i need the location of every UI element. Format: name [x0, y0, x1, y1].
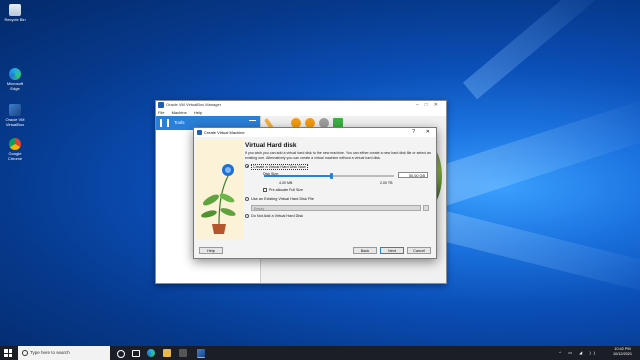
radio-existing-disk[interactable]	[245, 197, 249, 201]
manager-titlebar[interactable]: Oracle VM VirtualBox Manager –□✕	[156, 101, 446, 109]
edge-icon[interactable]	[147, 349, 155, 357]
help-icon[interactable]: ?	[412, 128, 415, 137]
chrome-icon	[9, 138, 21, 150]
desktop-icon-label: Google Chrome	[7, 151, 23, 161]
desktop-icon-label: Microsoft Edge	[6, 81, 24, 91]
wallpaper-beam	[436, 210, 640, 298]
taskbar: Type here to search ^ ▭ ◢ )) 10:42 PM 10…	[0, 346, 640, 360]
menu-file[interactable]: File	[158, 110, 164, 115]
wizard-illustration	[195, 140, 243, 240]
clock-date: 10/12/2021	[612, 352, 632, 356]
page-heading: Virtual Hard disk	[245, 142, 297, 149]
dialog-titlebar[interactable]: Create Virtual Machine ? ✕	[194, 128, 436, 137]
tools-icon	[160, 119, 169, 127]
radio-create-disk-label[interactable]: Create a Virtual Hard Disk Now	[251, 164, 308, 170]
close-icon[interactable]: ✕	[426, 128, 430, 137]
virtualbox-icon	[197, 130, 202, 135]
desktop-icon-edge[interactable]: Microsoft Edge	[4, 68, 26, 91]
start-button[interactable]	[4, 349, 12, 357]
file-explorer-icon[interactable]	[163, 349, 171, 357]
menu-help[interactable]: Help	[194, 110, 202, 115]
desktop-icon-label: Recycle Bin	[4, 17, 26, 22]
help-button[interactable]: Help	[199, 247, 223, 254]
search-icon	[22, 350, 28, 356]
slider-fill	[264, 175, 332, 177]
disk-size-slider[interactable]	[264, 172, 394, 179]
page-description: If you wish you can add a virtual hard d…	[245, 151, 431, 160]
disk-size-min: 4.00 MB	[279, 181, 293, 185]
folder-icon	[423, 205, 429, 211]
radio-existing-disk-label[interactable]: Use an Existing Virtual Hard Disk File	[251, 197, 314, 201]
slider-handle[interactable]	[330, 172, 334, 179]
taskbar-search[interactable]: Type here to search	[18, 346, 110, 360]
wallpaper-beam	[423, 96, 640, 210]
radio-no-disk[interactable]	[245, 214, 249, 218]
dialog-body: Virtual Hard disk If you wish you can ad…	[244, 140, 432, 218]
search-placeholder: Type here to search	[30, 350, 70, 355]
virtualbox-icon	[9, 104, 21, 116]
back-button[interactable]: Back	[353, 247, 377, 254]
recycle-bin-icon	[9, 4, 21, 16]
manager-title: Oracle VM VirtualBox Manager	[166, 102, 222, 107]
system-tray-icons[interactable]: ^ ▭ ◢ ))	[559, 350, 598, 355]
manager-menubar: File Machine Help	[156, 109, 446, 116]
tools-label: Tools	[174, 120, 185, 125]
task-view-icon[interactable]	[132, 350, 140, 357]
wallpaper-beam	[462, 0, 615, 100]
virtualbox-icon[interactable]	[197, 349, 205, 358]
dialog-title: Create Virtual Machine	[204, 130, 245, 135]
radio-create-disk[interactable]	[245, 164, 249, 168]
radio-no-disk-label[interactable]: Do Not Add a Virtual Hard Disk	[251, 214, 303, 218]
desktop-icon-chrome[interactable]: Google Chrome	[4, 138, 26, 161]
store-icon[interactable]	[179, 349, 187, 357]
menu-machine[interactable]: Machine	[172, 110, 187, 115]
desktop-icon-recycle-bin[interactable]: Recycle Bin	[4, 4, 26, 22]
disk-size-input[interactable]: 50.00 GB	[398, 172, 428, 178]
disk-size-max: 2.00 TB	[380, 181, 393, 185]
window-controls[interactable]: –□✕	[416, 101, 444, 109]
desktop-icon-virtualbox[interactable]: Oracle VM VirtualBox	[4, 104, 26, 127]
cancel-button[interactable]: Cancel	[407, 247, 431, 254]
clock[interactable]: 10:42 PM 10/12/2021	[613, 347, 632, 357]
cortana-icon[interactable]	[117, 350, 125, 358]
next-button[interactable]: Next	[380, 247, 404, 254]
preallocate-checkbox[interactable]	[263, 188, 267, 192]
virtualbox-icon	[158, 102, 164, 108]
plant-illustration	[201, 164, 236, 234]
edge-icon	[9, 68, 21, 80]
create-vm-dialog: Create Virtual Machine ? ✕ Virtual Hard …	[193, 127, 437, 259]
existing-disk-select: Empty	[251, 205, 421, 211]
desktop-icon-label: Oracle VM VirtualBox	[5, 117, 25, 127]
preallocate-label[interactable]: Pre-allocate Full Size	[269, 188, 303, 192]
